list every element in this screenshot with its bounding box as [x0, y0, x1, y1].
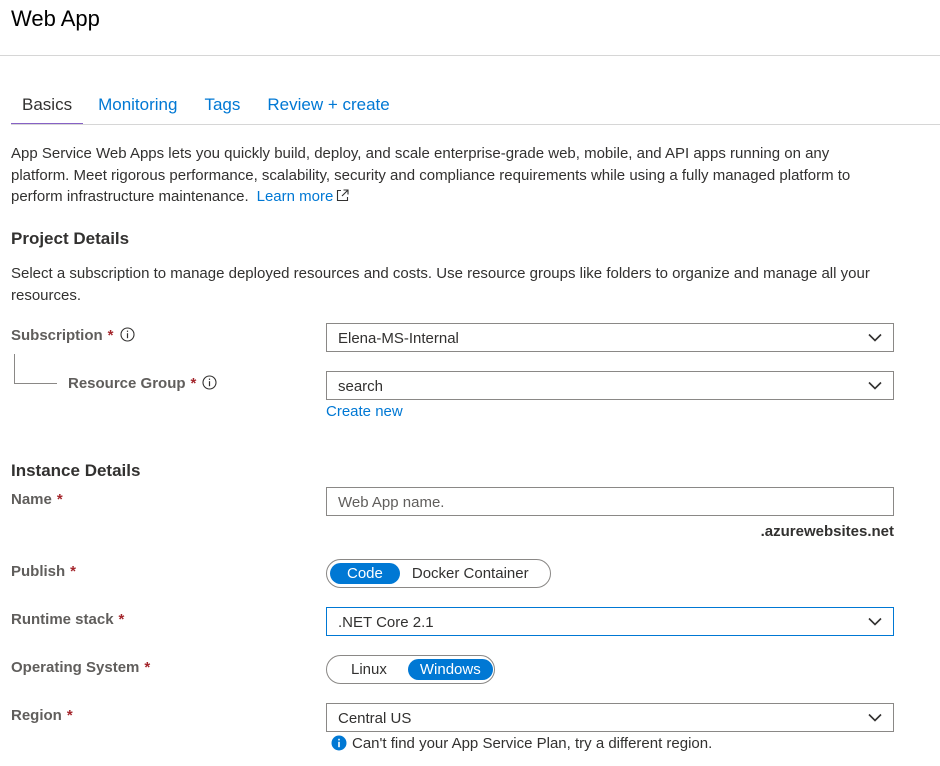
instance-details-heading: Instance Details [11, 461, 141, 480]
required-marker: * [56, 491, 63, 508]
page-title: Web App [11, 6, 100, 31]
required-marker: * [107, 327, 114, 344]
project-details-heading: Project Details [11, 229, 130, 248]
info-filled-icon [331, 735, 347, 751]
tab-review-create[interactable]: Review + create [267, 92, 389, 125]
info-circle-icon[interactable] [119, 327, 135, 342]
runtime-stack-value: .NET Core 2.1 [338, 614, 434, 631]
info-circle-icon[interactable] [202, 375, 217, 390]
intro-paragraph: App Service Web Apps lets you quickly bu… [11, 143, 891, 208]
learn-more-label: Learn more [256, 188, 334, 205]
header-divider [0, 55, 940, 56]
runtime-stack-dropdown[interactable]: .NET Core 2.1 [326, 607, 894, 636]
region-value: Central US [338, 710, 412, 727]
operating-system-toggle: Linux Windows [326, 655, 495, 684]
resource-group-label-text: Resource Group [68, 375, 186, 392]
region-hint-text: Can't find your App Service Plan, try a … [352, 735, 713, 752]
tab-tags[interactable]: Tags [204, 92, 240, 125]
name-label-text: Name [11, 491, 52, 508]
required-marker: * [144, 659, 151, 676]
chevron-down-icon [868, 381, 882, 390]
subscription-dropdown[interactable]: Elena-MS-Internal [326, 323, 894, 352]
tab-monitoring[interactable]: Monitoring [98, 92, 177, 125]
publish-option-code[interactable]: Code [330, 563, 400, 584]
name-input[interactable]: Web App name. [326, 487, 894, 516]
domain-suffix: .azurewebsites.net [760, 523, 894, 540]
os-option-linux[interactable]: Linux [330, 659, 408, 680]
name-label: Name * [11, 491, 63, 508]
subscription-value: Elena-MS-Internal [338, 330, 459, 347]
tree-connector-vertical [14, 354, 15, 383]
tab-bar: Basics Monitoring Tags Review + create [11, 92, 417, 125]
create-new-link[interactable]: Create new [326, 403, 403, 420]
learn-more-link[interactable]: Learn more [257, 188, 350, 205]
publish-option-docker[interactable]: Docker Container [400, 563, 541, 584]
required-marker: * [70, 563, 77, 580]
runtime-stack-label-text: Runtime stack [11, 611, 114, 628]
required-marker: * [66, 707, 73, 724]
operating-system-label-text: Operating System [11, 659, 140, 676]
tree-connector-horizontal [14, 383, 57, 384]
chevron-down-icon [868, 617, 882, 626]
operating-system-label: Operating System * [11, 659, 150, 676]
runtime-stack-label: Runtime stack * [11, 611, 124, 628]
resource-group-dropdown[interactable]: search [326, 371, 894, 400]
project-description: Select a subscription to manage deployed… [11, 265, 870, 304]
tab-basics[interactable]: Basics [11, 92, 84, 125]
publish-label: Publish * [11, 563, 76, 580]
subscription-label-text: Subscription [11, 327, 103, 344]
region-label-text: Region [11, 707, 62, 724]
region-hint: Can't find your App Service Plan, try a … [331, 735, 712, 752]
publish-toggle: Code Docker Container [326, 559, 551, 588]
intro-text: App Service Web Apps lets you quickly bu… [11, 145, 851, 205]
publish-label-text: Publish [11, 563, 66, 580]
subscription-label: Subscription * [11, 327, 135, 344]
required-marker: * [118, 611, 125, 628]
os-option-windows[interactable]: Windows [407, 659, 493, 680]
external-link-icon [337, 189, 349, 202]
resource-group-label: Resource Group * [68, 375, 217, 392]
region-label: Region * [11, 707, 73, 724]
chevron-down-icon [868, 333, 882, 342]
required-marker: * [190, 375, 197, 392]
region-dropdown[interactable]: Central US [326, 703, 894, 732]
tabs-divider [11, 124, 940, 125]
resource-group-value: search [338, 378, 384, 395]
chevron-down-icon [868, 713, 882, 722]
